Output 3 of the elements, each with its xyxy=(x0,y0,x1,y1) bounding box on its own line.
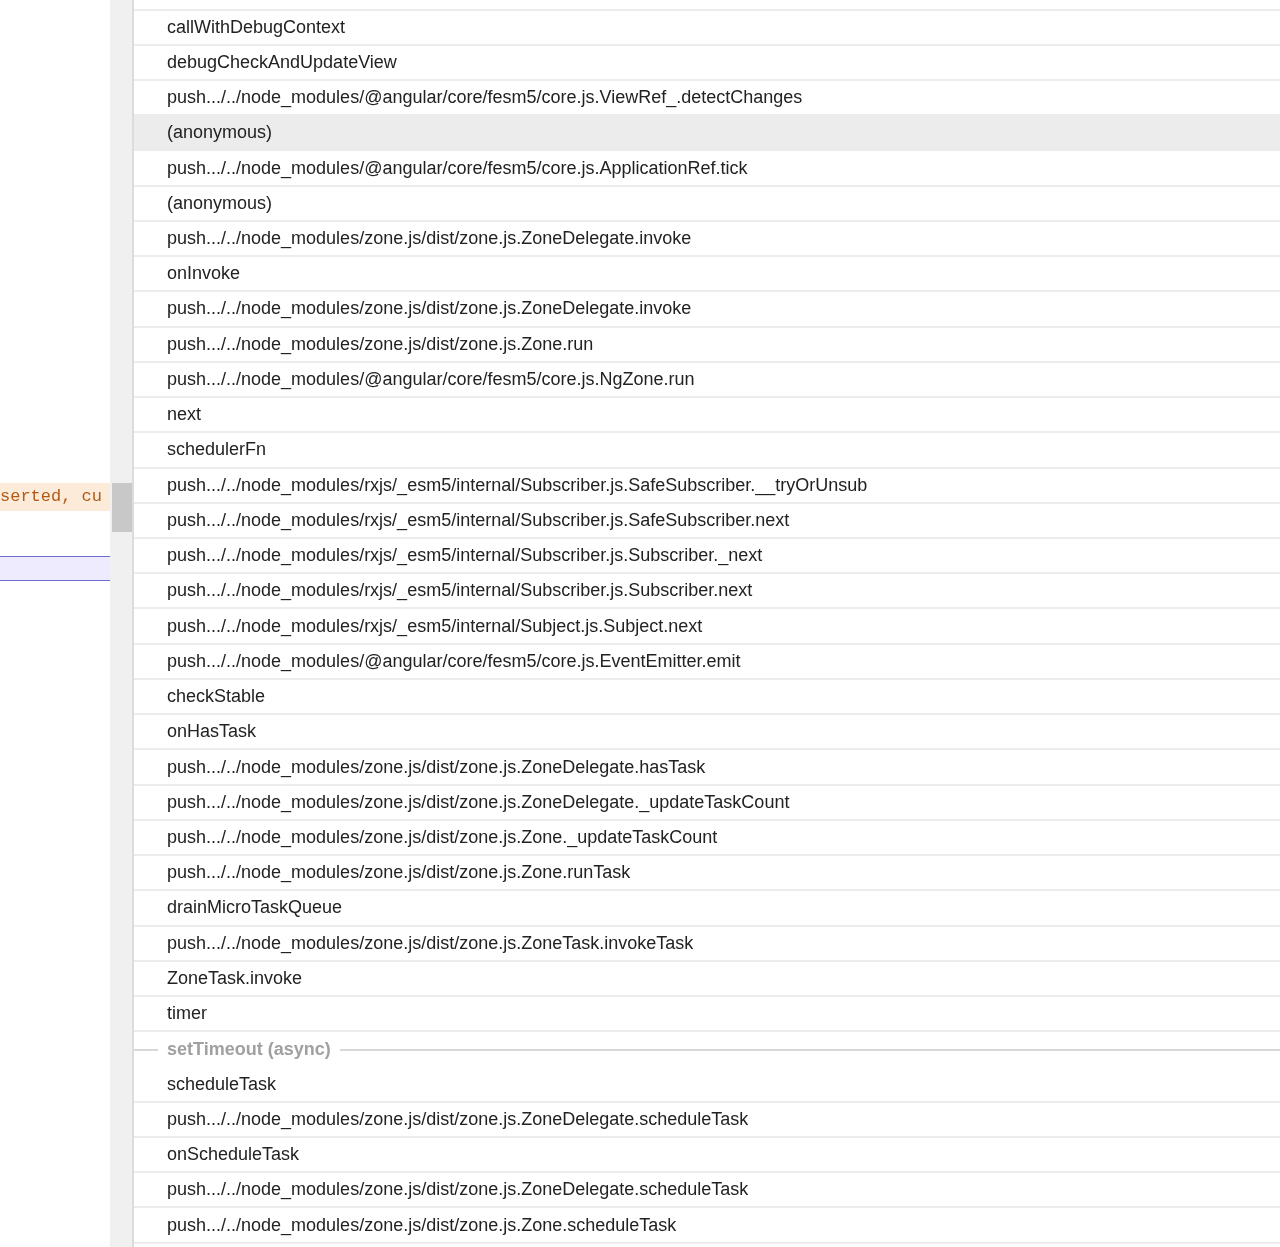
scrollbar-thumb[interactable] xyxy=(112,483,132,532)
stack-frame[interactable]: (anonymous) xyxy=(134,116,1280,152)
async-separator: setTimeout (async) xyxy=(166,1038,332,1062)
